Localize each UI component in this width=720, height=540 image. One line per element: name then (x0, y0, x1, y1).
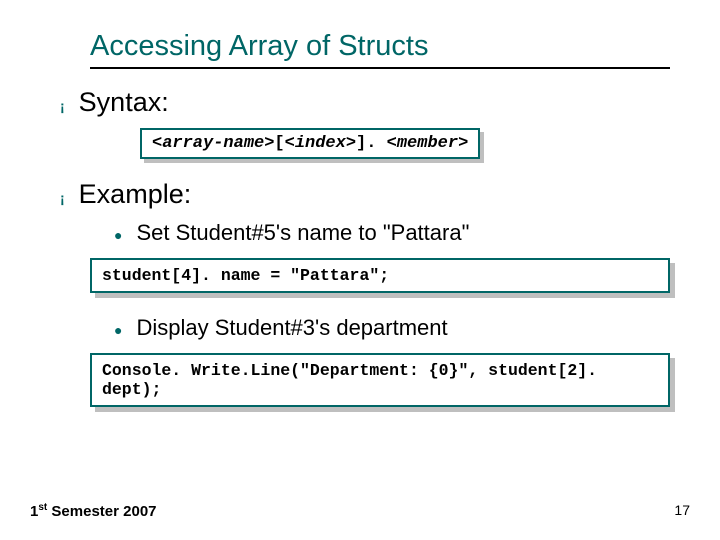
example-item-text: Display Student#3's department (136, 315, 447, 341)
title-wrap: Accessing Array of Structs (90, 30, 680, 63)
bullet-circle-icon: ¡ (60, 190, 65, 206)
slide: Accessing Array of Structs ¡ Syntax: <ar… (0, 0, 720, 540)
code-token: <index> (285, 134, 356, 153)
example-code: student[4]. name = "Pattara"; (90, 258, 670, 293)
syntax-heading-row: ¡ Syntax: (60, 87, 680, 118)
slide-title: Accessing Array of Structs (90, 30, 680, 63)
example-item-row: ● Set Student#5's name to "Pattara" (114, 220, 680, 246)
example-item-row: ● Display Student#3's department (114, 315, 680, 341)
bullet-dot-icon: ● (114, 322, 122, 338)
code-token: ]. (356, 134, 387, 153)
footer-ordinal-suffix: st (38, 502, 47, 513)
code-token: [ (274, 134, 284, 153)
footer-rest: Semester 2007 (47, 503, 156, 520)
example-heading-row: ¡ Example: (60, 179, 680, 210)
code-token: <array-name> (152, 134, 274, 153)
example-heading: Example: (79, 179, 192, 210)
syntax-heading: Syntax: (79, 87, 169, 118)
code-token: <member> (387, 134, 469, 153)
example-code: Console. Write.Line("Department: {0}", s… (90, 353, 670, 407)
example-item-text: Set Student#5's name to "Pattara" (136, 220, 469, 246)
bullet-dot-icon: ● (114, 227, 122, 243)
title-underline (90, 67, 670, 69)
syntax-code: <array-name>[<index>]. <member> (140, 128, 480, 159)
syntax-codebox-row: <array-name>[<index>]. <member> (140, 128, 680, 159)
footer-text: 1st Semester 2007 (30, 502, 157, 520)
page-number: 17 (674, 502, 690, 518)
bullet-circle-icon: ¡ (60, 98, 65, 114)
